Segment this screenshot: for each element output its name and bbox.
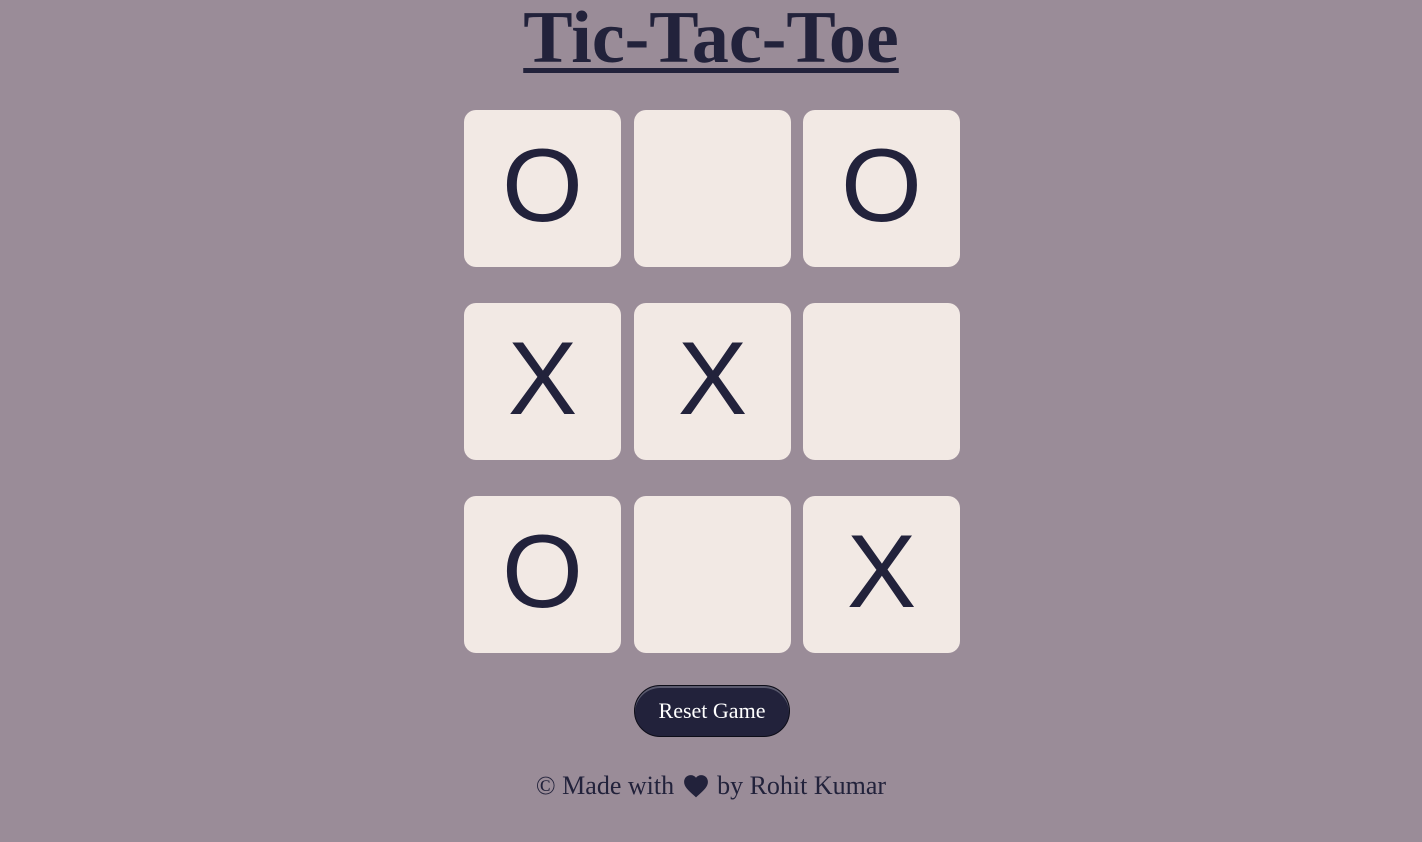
cell-mark: O bbox=[502, 513, 583, 630]
cell-mark: X bbox=[846, 513, 917, 630]
board-cell-6[interactable] bbox=[803, 303, 960, 460]
board-cell-3[interactable]: O bbox=[803, 110, 960, 267]
board-cell-2[interactable] bbox=[634, 110, 791, 267]
page-title: Tic-Tac-Toe bbox=[523, 0, 899, 79]
board-cell-1[interactable]: O bbox=[464, 110, 621, 267]
footer-suffix: by Rohit Kumar bbox=[717, 771, 887, 800]
game-board: O O X X O X bbox=[464, 110, 960, 653]
reset-game-button[interactable]: Reset Game bbox=[634, 685, 790, 737]
cell-mark: X bbox=[507, 320, 578, 437]
board-cell-5[interactable]: X bbox=[634, 303, 791, 460]
footer: © Made with by Rohit Kumar bbox=[0, 770, 1422, 802]
heart-icon bbox=[683, 775, 708, 798]
board-cell-9[interactable]: X bbox=[803, 496, 960, 653]
cell-mark: X bbox=[677, 320, 748, 437]
cell-mark: O bbox=[502, 127, 583, 244]
cell-mark: O bbox=[841, 127, 922, 244]
board-cell-7[interactable]: O bbox=[464, 496, 621, 653]
board-cell-8[interactable] bbox=[634, 496, 791, 653]
board-cell-4[interactable]: X bbox=[464, 303, 621, 460]
footer-prefix: © Made with bbox=[535, 771, 675, 800]
